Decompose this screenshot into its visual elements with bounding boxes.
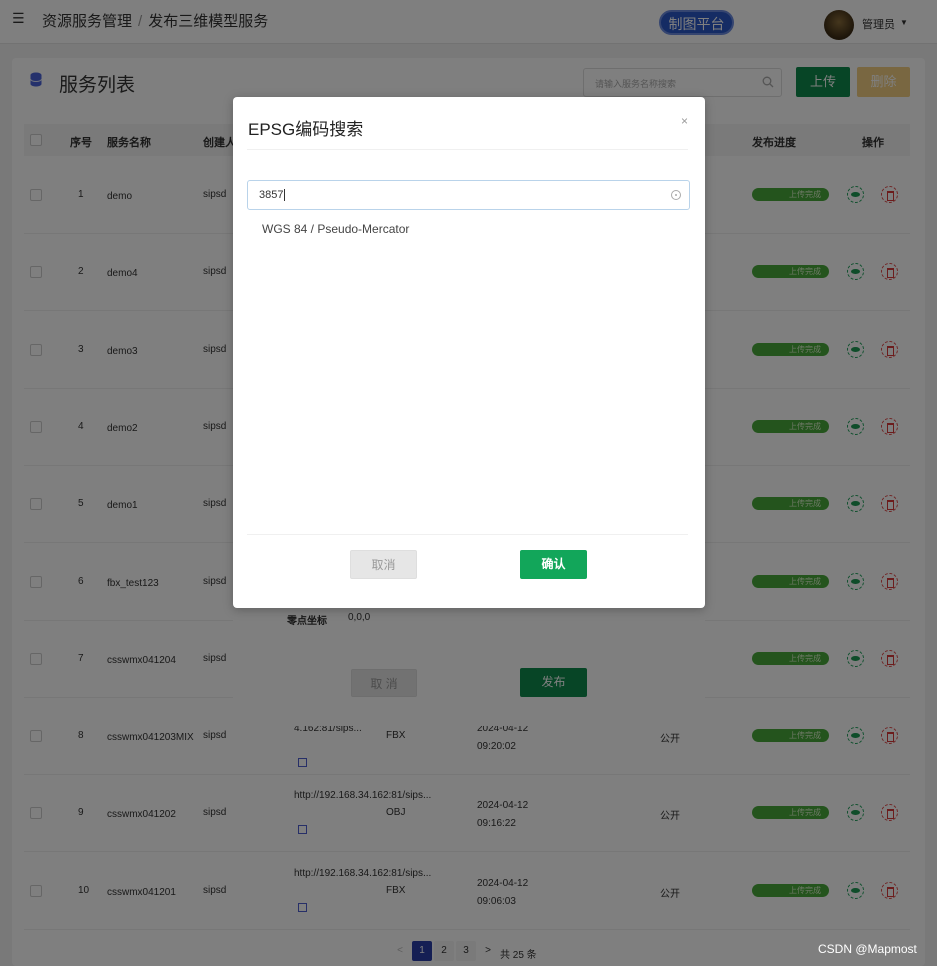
clear-input-icon[interactable] xyxy=(671,190,681,200)
epsg-code-input[interactable]: 3857 xyxy=(247,180,690,210)
cancel-button[interactable]: 取消 xyxy=(350,550,417,579)
confirm-button[interactable]: 确认 xyxy=(520,550,587,579)
watermark: CSDN @Mapmost xyxy=(818,942,917,956)
dialog-title: EPSG编码搜索 xyxy=(248,120,364,139)
dialog-footer-divider xyxy=(247,534,688,535)
epsg-search-dialog: EPSG编码搜索 × 3857 WGS 84 / Pseudo-Mercator… xyxy=(233,97,705,608)
epsg-code-value: 3857 xyxy=(259,189,286,202)
dialog-header-divider xyxy=(247,149,688,150)
close-icon[interactable]: × xyxy=(681,114,688,128)
epsg-result-item[interactable]: WGS 84 / Pseudo-Mercator xyxy=(262,222,409,236)
